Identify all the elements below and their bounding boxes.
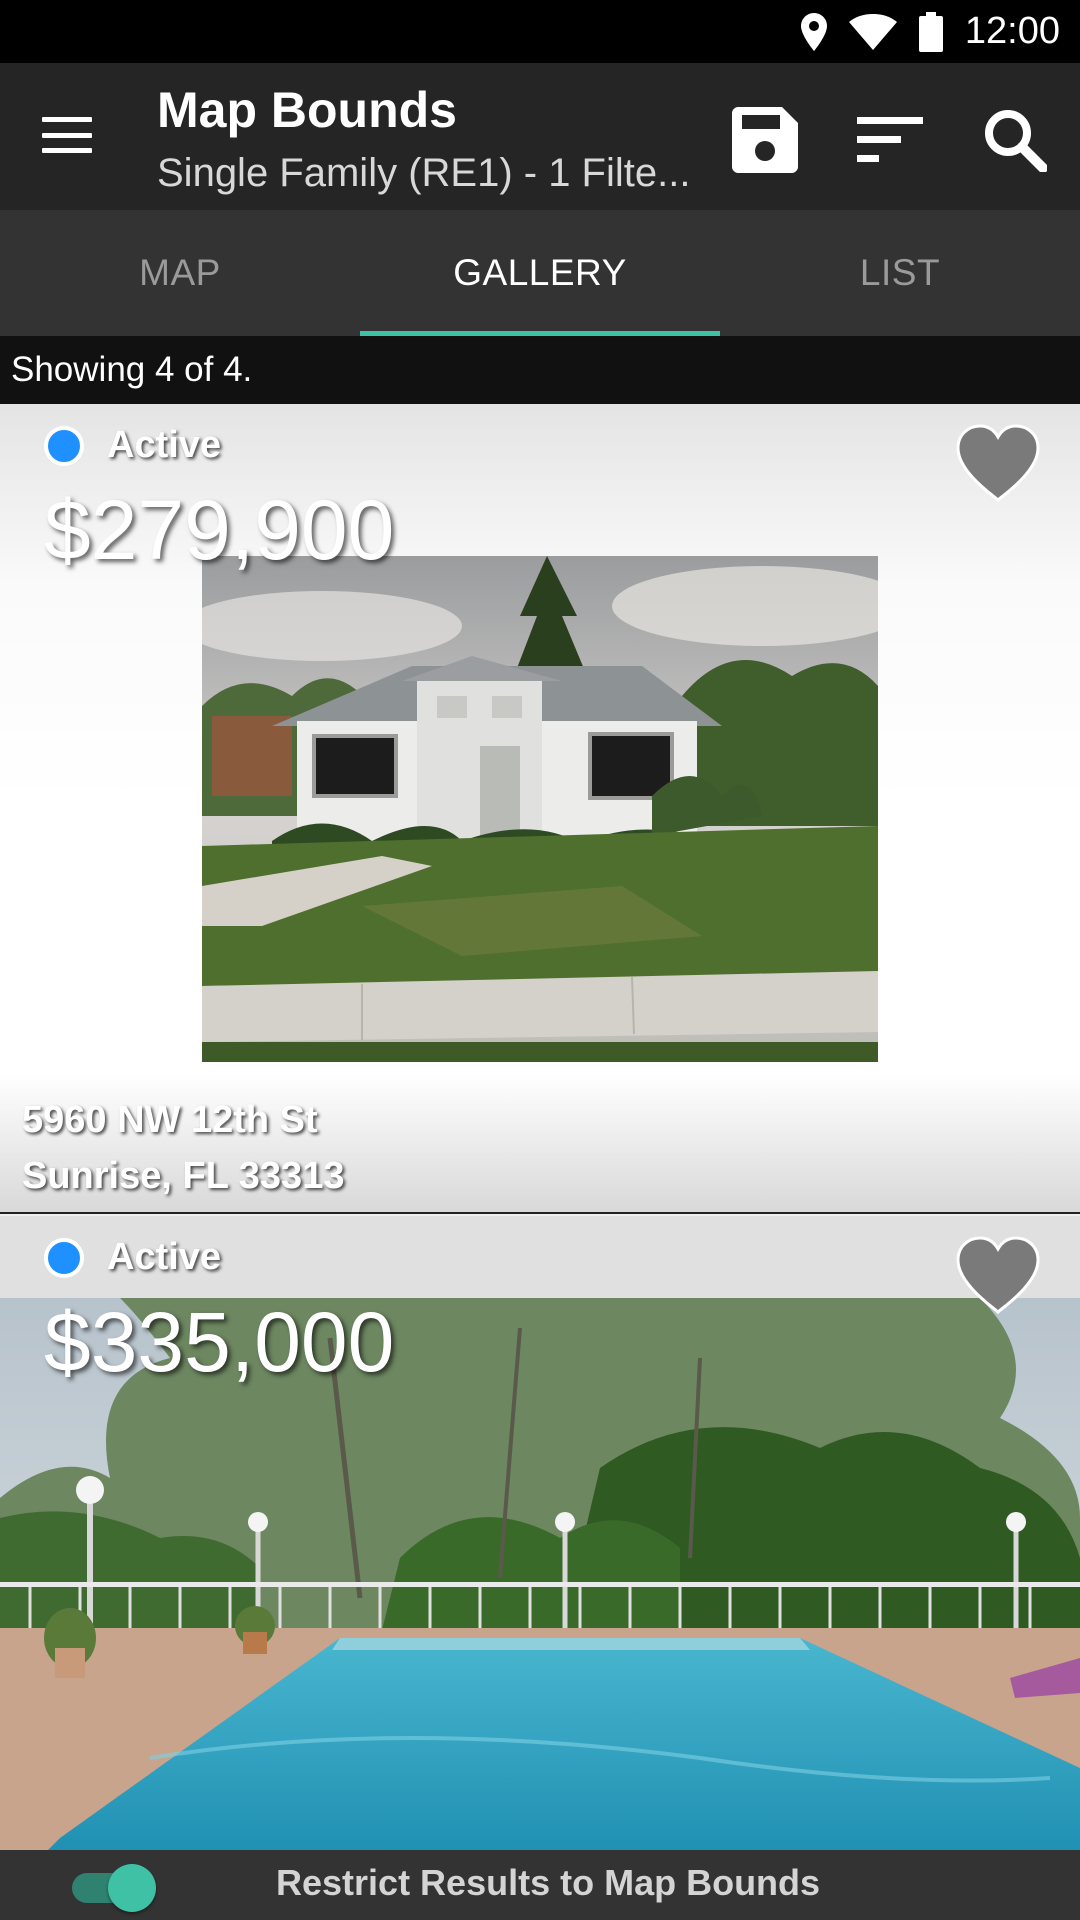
wifi-icon (848, 13, 897, 50)
map-bounds-bar: Restrict Results to Map Bounds (0, 1850, 1080, 1920)
toggle-thumb (108, 1864, 156, 1912)
sort-button[interactable] (850, 100, 930, 180)
battery-icon (918, 11, 943, 52)
favorite-button[interactable] (956, 424, 1040, 504)
status-indicator (44, 426, 84, 466)
view-tabs: MAP GALLERY LIST (0, 210, 1080, 336)
listing-photo[interactable] (202, 556, 878, 1062)
listing-price: $279,900 (44, 483, 395, 577)
save-icon (732, 107, 798, 173)
map-bounds-label: Restrict Results to Map Bounds (276, 1862, 821, 1903)
status-label: Active (107, 1236, 222, 1278)
heart-icon (956, 1236, 1040, 1315)
toolbar-title: Map Bounds (157, 82, 457, 138)
status-indicator (44, 1238, 84, 1278)
map-bounds-toggle[interactable] (72, 1864, 156, 1912)
tab-gallery[interactable]: GALLERY (360, 210, 720, 336)
location-icon (800, 12, 827, 51)
listing-card[interactable]: Active $335,000 (0, 1216, 1080, 1850)
save-button[interactable] (725, 100, 805, 180)
results-count: Showing 4 of 4. (0, 336, 1080, 404)
sort-icon (857, 117, 923, 162)
address-line-2: Sunrise, FL 33313 (22, 1155, 345, 1197)
heart-icon (956, 424, 1040, 503)
menu-icon[interactable] (40, 111, 94, 159)
house-photo-image (202, 556, 878, 1062)
status-icons: 12:00 (800, 0, 1060, 63)
tab-list[interactable]: LIST (720, 210, 1080, 336)
toolbar-subtitle[interactable]: Single Family (RE1) - 1 Filte... (157, 151, 702, 196)
clock: 12:00 (964, 10, 1060, 52)
listing-card[interactable]: Active $279,900 5960 NW 12th St Sunrise,… (0, 404, 1080, 1214)
status-bar: 12:00 (0, 0, 1080, 63)
address-line-1: 5960 NW 12th St (22, 1099, 318, 1141)
favorite-button[interactable] (956, 1236, 1040, 1316)
app-root: 12:00 Map Bounds Single Family (RE1) - 1… (0, 0, 1080, 1920)
search-icon (985, 110, 1047, 172)
tab-map[interactable]: MAP (0, 210, 360, 336)
toolbar: Map Bounds Single Family (RE1) - 1 Filte… (0, 63, 1080, 210)
status-label: Active (107, 424, 222, 466)
search-button[interactable] (975, 100, 1055, 180)
listing-price: $335,000 (44, 1295, 395, 1389)
